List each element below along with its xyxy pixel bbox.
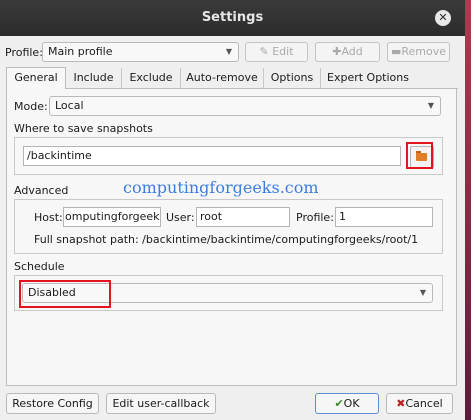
folder-button-highlight [406, 142, 433, 169]
remove-icon: ▬ [390, 45, 402, 58]
settings-window: Settings ✕ Profile: Main profile ▼ ✎ Edi… [0, 0, 465, 420]
advanced-label: Advanced [14, 184, 69, 197]
tab-auto-remove[interactable]: Auto-remove [181, 68, 264, 88]
tab-exclude[interactable]: Exclude [122, 68, 181, 88]
full-snapshot-path: Full snapshot path: /backintime/backinti… [34, 233, 419, 246]
add-profile-button[interactable]: ✚Add [315, 42, 380, 62]
user-label: User: [166, 211, 195, 224]
chevron-down-icon: ▼ [419, 288, 426, 297]
snapshot-path-input[interactable]: /backintime [23, 146, 401, 166]
remove-profile-label: Remove [401, 45, 447, 58]
chevron-down-icon: ▼ [427, 101, 434, 110]
tab-general[interactable]: General [6, 67, 66, 89]
schedule-highlight [19, 280, 111, 308]
tab-expert-options[interactable]: Expert Options [321, 68, 415, 88]
desktop-background-right [465, 0, 471, 420]
profile-id-input[interactable]: 1 [335, 207, 433, 227]
mode-label: Mode: [14, 100, 48, 113]
restore-config-button[interactable]: Restore Config [6, 393, 99, 414]
edit-profile-label: Edit [272, 45, 294, 58]
host-input[interactable]: omputingforgeeks [63, 207, 161, 227]
cancel-label: Cancel [405, 397, 443, 410]
edit-user-callback-button[interactable]: Edit user-callback [106, 393, 216, 414]
profile-id-label: Profile: [296, 211, 334, 224]
schedule-label: Schedule [14, 260, 65, 273]
tab-options[interactable]: Options [264, 68, 321, 88]
user-input[interactable]: root [196, 207, 290, 227]
snapshots-location-label: Where to save snapshots [14, 122, 153, 135]
ok-label: OK [343, 397, 360, 410]
cancel-button[interactable]: ✖Cancel [386, 393, 453, 414]
host-label: Host: [34, 211, 63, 224]
edit-profile-button[interactable]: ✎ Edit [245, 42, 308, 62]
chevron-down-icon: ▼ [225, 47, 232, 56]
ok-button[interactable]: ✔OK [315, 393, 379, 414]
ok-check-icon: ✔ [334, 397, 344, 410]
mode-select[interactable]: Local ▼ [49, 96, 441, 116]
remove-profile-button[interactable]: ▬Remove [387, 42, 450, 62]
window-title: Settings [201, 10, 264, 25]
mode-select-value: Local [55, 99, 84, 112]
add-profile-label: Add [341, 45, 363, 58]
watermark: computingforgeeks.com [123, 178, 319, 197]
title-bar: Settings ✕ [0, 0, 465, 36]
profile-label: Profile: [5, 46, 43, 59]
edit-icon: ✎ [259, 45, 269, 58]
profile-select[interactable]: Main profile ▼ [42, 42, 239, 62]
profile-select-value: Main profile [48, 45, 113, 58]
close-icon[interactable]: ✕ [435, 10, 451, 26]
tab-include[interactable]: Include [66, 68, 122, 88]
